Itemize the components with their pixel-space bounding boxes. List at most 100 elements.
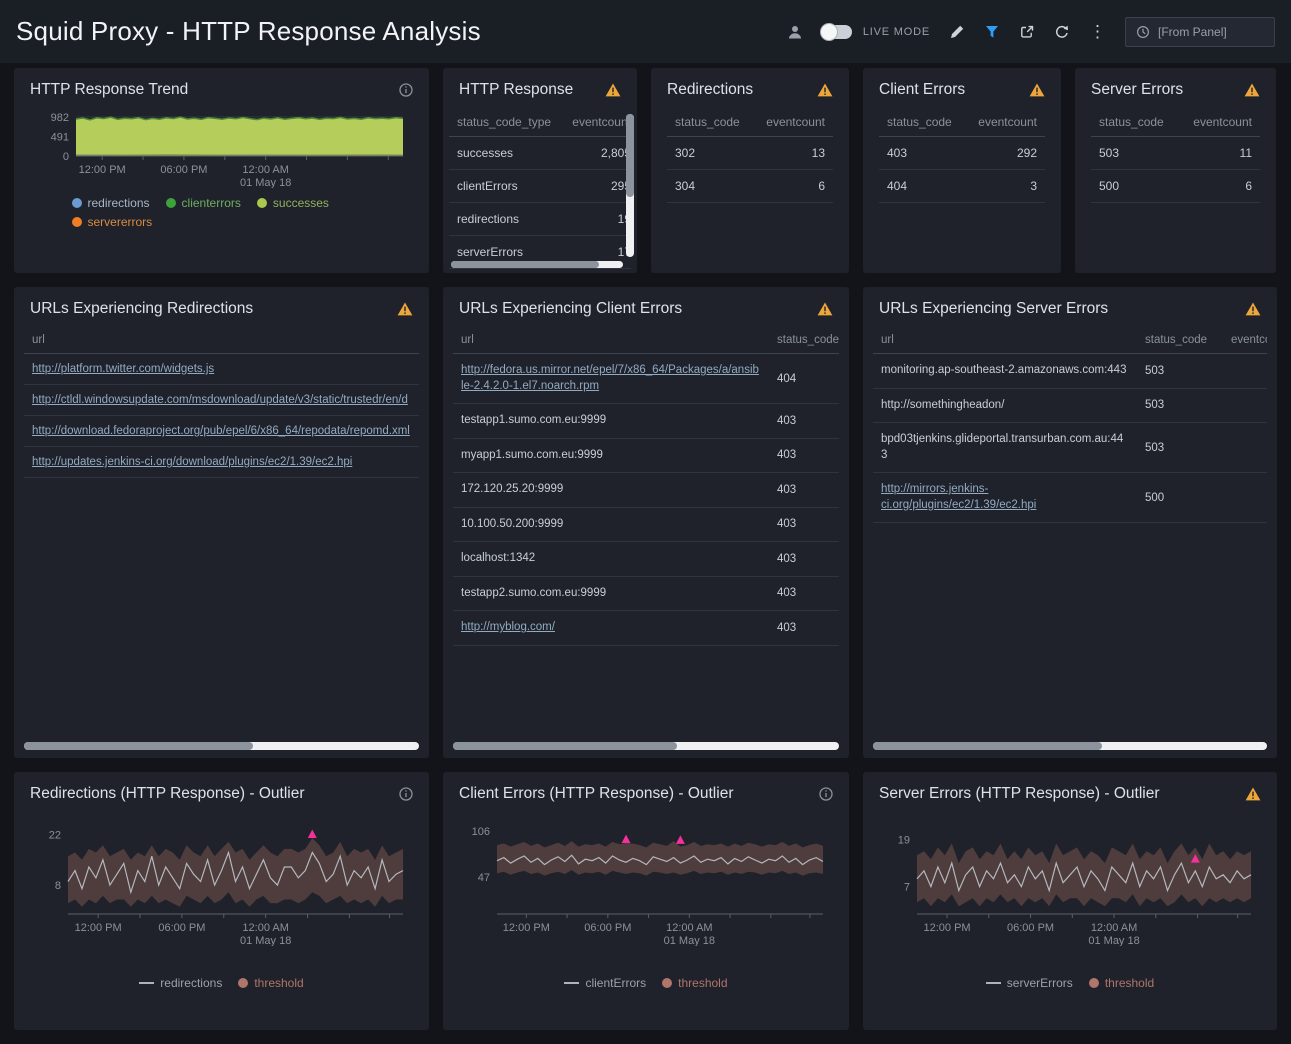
scrollbar-thumb[interactable] xyxy=(24,742,253,750)
warning-icon[interactable] xyxy=(817,302,833,316)
warning-icon[interactable] xyxy=(605,83,621,97)
dashboard-row-1: HTTP Response Trend 982491012:00 PM06:00… xyxy=(0,68,1291,273)
legend-label: clienterrors xyxy=(182,196,241,210)
legend-label: threshold xyxy=(1105,976,1154,990)
table-row: http://platform.twitter.com/widgets.js xyxy=(24,354,419,385)
table-row: 30213 xyxy=(667,137,833,170)
url-link[interactable]: http://download.fedoraproject.org/pub/ep… xyxy=(32,425,410,437)
info-icon[interactable] xyxy=(399,83,413,97)
panel-urls-redirections: URLs Experiencing Redirections urlhttp:/… xyxy=(14,287,429,758)
legend-item-clientErrors[interactable]: clientErrors xyxy=(564,976,646,990)
table-row: 3046 xyxy=(667,170,833,203)
filter-icon[interactable] xyxy=(984,24,1000,40)
scrollbar-thumb[interactable] xyxy=(453,742,677,750)
legend-item-successes[interactable]: successes xyxy=(257,196,329,210)
column-header-status_code_type[interactable]: status_code_type xyxy=(449,108,561,137)
url-link[interactable]: http://myblog.com/ xyxy=(461,621,555,633)
server-errors-table: status_codeeventcount503115006 xyxy=(1091,108,1260,203)
table-cell: http://myblog.com/ xyxy=(453,611,769,646)
scrollbar-thumb[interactable] xyxy=(451,261,599,268)
legend-item-clienterrors[interactable]: clienterrors xyxy=(166,196,241,210)
panel-urls-server-errors: URLs Experiencing Server Errors urlstatu… xyxy=(863,287,1277,758)
table-cell: http://somethingheadon/ xyxy=(873,388,1137,423)
legend-item-serverErrors[interactable]: serverErrors xyxy=(986,976,1073,990)
legend-item-redirections[interactable]: redirections xyxy=(72,196,150,210)
column-header-eventcount[interactable]: eventcount xyxy=(962,108,1045,137)
svg-text:12:00 PM: 12:00 PM xyxy=(503,922,550,934)
column-header-status_code[interactable]: status_code xyxy=(1091,108,1176,137)
info-icon[interactable] xyxy=(399,787,413,801)
user-icon[interactable] xyxy=(787,24,803,40)
table-header-row: url xyxy=(24,327,419,354)
table-header-row: status_codeeventcount xyxy=(667,108,833,137)
table-cell: 403 xyxy=(879,137,962,170)
column-header-status_code[interactable]: status_code xyxy=(1137,327,1223,354)
panel-title: Client Errors (HTTP Response) - Outlier xyxy=(459,785,733,803)
legend-item-threshold[interactable]: threshold xyxy=(238,976,303,990)
table-cell xyxy=(1223,354,1267,389)
svg-text:0: 0 xyxy=(63,151,69,163)
url-link[interactable]: http://updates.jenkins-ci.org/download/p… xyxy=(32,456,352,468)
svg-text:7: 7 xyxy=(904,882,910,894)
horizontal-scrollbar[interactable] xyxy=(873,742,1267,750)
warning-icon[interactable] xyxy=(397,302,413,316)
svg-text:06:00 PM: 06:00 PM xyxy=(160,164,207,176)
horizontal-scrollbar[interactable] xyxy=(451,261,623,268)
legend-item-redirections[interactable]: redirections xyxy=(139,976,222,990)
dot-marker xyxy=(72,217,82,227)
table-cell: 172.120.25.20:9999 xyxy=(453,473,769,508)
table-row: http://ctldl.windowsupdate.com/msdownloa… xyxy=(24,385,419,416)
column-header-eventcount[interactable]: eventcount xyxy=(1223,327,1267,354)
outlier-legend: redirections threshold xyxy=(14,976,429,990)
warning-icon[interactable] xyxy=(1029,83,1045,97)
scrollbar-thumb[interactable] xyxy=(873,742,1102,750)
client-errors-outlier-chart: 1064712:00 PM06:00 PM12:00 AM01 May 18 xyxy=(459,814,833,946)
url-link[interactable]: http://ctldl.windowsupdate.com/msdownloa… xyxy=(32,394,408,406)
table-cell: clientErrors xyxy=(449,170,561,203)
url-link[interactable]: http://fedora.us.mirror.net/epel/7/x86_6… xyxy=(461,364,759,392)
share-icon[interactable] xyxy=(1019,24,1035,40)
warning-icon[interactable] xyxy=(817,83,833,97)
url-link[interactable]: http://mirrors.jenkins-ci.org/plugins/ec… xyxy=(881,483,1036,511)
warning-icon[interactable] xyxy=(1244,83,1260,97)
horizontal-scrollbar[interactable] xyxy=(453,742,839,750)
legend-item-threshold[interactable]: threshold xyxy=(1089,976,1154,990)
column-header-status_code[interactable]: status_code xyxy=(879,108,962,137)
warning-icon[interactable] xyxy=(1245,787,1261,801)
legend-item-threshold[interactable]: threshold xyxy=(662,976,727,990)
legend-item-servererrors[interactable]: servererrors xyxy=(72,215,153,229)
svg-text:06:00 PM: 06:00 PM xyxy=(1007,922,1054,934)
svg-text:106: 106 xyxy=(472,826,490,838)
refresh-icon[interactable] xyxy=(1054,24,1070,40)
column-header-eventcount[interactable]: eventcount xyxy=(750,108,833,137)
horizontal-scrollbar[interactable] xyxy=(24,742,419,750)
svg-text:19: 19 xyxy=(898,835,910,847)
live-mode-label: LIVE MODE xyxy=(863,26,930,38)
column-header-url[interactable]: url xyxy=(873,327,1137,354)
panel-server-errors: Server Errors status_codeeventcount50311… xyxy=(1075,68,1276,273)
info-icon[interactable] xyxy=(819,787,833,801)
panel-title: Client Errors xyxy=(879,81,965,99)
live-mode-toggle[interactable] xyxy=(822,25,852,39)
column-header-eventcount[interactable]: eventcount xyxy=(561,108,631,137)
column-header-url[interactable]: url xyxy=(453,327,769,354)
urls-redirections-table: url http://platform.twitter.com/widgets.j… xyxy=(24,327,419,478)
edit-pencil-icon[interactable] xyxy=(949,24,965,40)
kebab-menu-icon[interactable]: ⋮ xyxy=(1089,23,1106,40)
table-header-row: status_code_typeeventcount xyxy=(449,108,631,137)
column-header-status_code[interactable]: status_code xyxy=(769,327,839,354)
scrollbar-thumb[interactable] xyxy=(626,114,634,197)
table-row: 50311 xyxy=(1091,137,1260,170)
table-cell: 403 xyxy=(769,576,839,611)
time-range-selector[interactable]: [From Panel] xyxy=(1125,17,1275,47)
svg-text:01 May 18: 01 May 18 xyxy=(1088,935,1139,946)
table-cell: localhost:1342 xyxy=(453,542,769,577)
column-header-url[interactable]: url xyxy=(24,327,419,354)
column-header-eventcount[interactable]: eventcount xyxy=(1176,108,1261,137)
warning-icon[interactable] xyxy=(1245,302,1261,316)
vertical-scrollbar[interactable] xyxy=(626,114,634,257)
column-header-status_code[interactable]: status_code xyxy=(667,108,750,137)
url-link[interactable]: http://platform.twitter.com/widgets.js xyxy=(32,363,214,375)
panel-urls-client-errors: URLs Experiencing Client Errors urlstatu… xyxy=(443,287,849,758)
table-cell: 11 xyxy=(1176,137,1261,170)
